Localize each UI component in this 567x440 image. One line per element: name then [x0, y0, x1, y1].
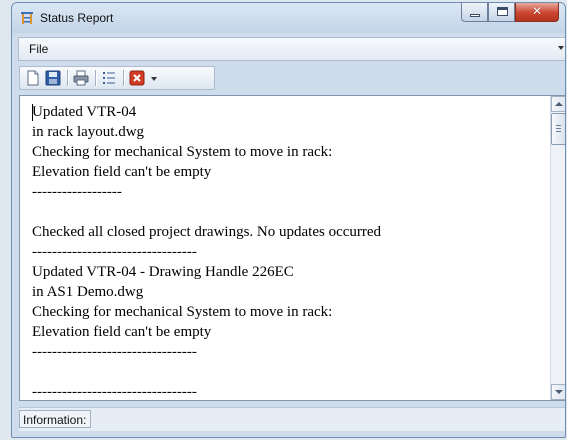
menu-overflow-chevron-icon[interactable]: [558, 46, 564, 50]
app-icon: [21, 12, 33, 24]
log-line: Elevation field can't be empty: [32, 324, 212, 340]
log-line: ---------------------------------: [32, 344, 197, 360]
toolbar: [19, 66, 215, 90]
save-icon[interactable]: [44, 69, 62, 87]
maximize-icon: [497, 7, 508, 16]
close-icon: ✕: [531, 4, 543, 18]
log-line: Checking for mechanical System to move i…: [32, 144, 333, 160]
status-label: Information:: [19, 410, 92, 428]
close-button[interactable]: ✕: [515, 3, 559, 22]
printer-icon[interactable]: [72, 69, 90, 87]
toolbar-separator: [123, 70, 124, 86]
log-line: Checking for mechanical System to move i…: [32, 304, 333, 320]
status-bar: Information:: [19, 407, 565, 431]
log-line: ---------------------------------: [32, 384, 197, 400]
log-line: Updated VTR-04 - Drawing Handle 226EC: [32, 264, 294, 280]
window-title: Status Report: [40, 11, 114, 25]
log-line: ------------------: [32, 184, 122, 200]
scroll-down-button[interactable]: [551, 384, 565, 400]
menu-bar: File: [18, 37, 565, 61]
log-line: Checked all closed project drawings. No …: [32, 224, 382, 240]
menu-file[interactable]: File: [29, 42, 48, 56]
status-report-window: Status Report ✕ File Updated VTR-04 in r…: [11, 2, 566, 438]
toolbar-separator: [67, 70, 68, 86]
log-line: Elevation field can't be empty: [32, 164, 212, 180]
new-document-icon[interactable]: [24, 69, 42, 87]
log-text: Updated VTR-04 in rack layout.dwg Checking…: [32, 102, 540, 400]
caption-buttons: ✕: [461, 3, 559, 23]
scroll-thumb[interactable]: [551, 113, 565, 145]
toolbar-separator: [95, 70, 96, 86]
minimize-icon: [470, 14, 480, 17]
log-line: in rack layout.dwg: [32, 124, 145, 140]
minimize-button[interactable]: [461, 3, 488, 22]
log-line: ---------------------------------: [32, 244, 197, 260]
red-x-icon[interactable]: [128, 69, 146, 87]
text-caret: [32, 104, 33, 121]
vertical-scrollbar[interactable]: [550, 96, 565, 400]
scroll-up-button[interactable]: [551, 96, 565, 112]
maximize-button[interactable]: [488, 3, 515, 22]
title-bar[interactable]: Status Report ✕: [12, 3, 565, 33]
log-text-area[interactable]: Updated VTR-04 in rack layout.dwg Checking…: [19, 95, 565, 401]
toolbar-overflow-dropdown[interactable]: [150, 69, 159, 87]
log-line: in AS1 Demo.dwg: [32, 284, 144, 300]
log-line: Updated VTR-04: [32, 104, 137, 120]
list-icon[interactable]: [100, 69, 118, 87]
